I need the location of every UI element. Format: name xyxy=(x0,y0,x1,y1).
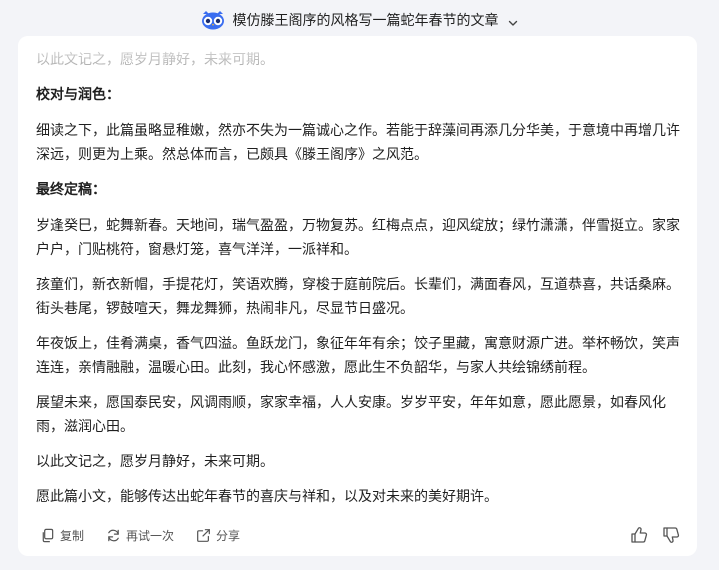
copy-label: 复制 xyxy=(60,528,85,543)
message-action-bar: 复制 再试一次 分享 xyxy=(40,524,680,546)
copy-button[interactable]: 复制 xyxy=(40,527,84,544)
article-paragraph: 年夜饭上，佳肴满桌，香气四溢。鱼跃龙门，象征年年有余；饺子里藏，寓意财源广进。举… xyxy=(36,336,680,376)
conversation-title: 模仿滕王阁序的风格写一篇蛇年春节的文章 xyxy=(232,13,499,29)
article-paragraph: 孩童们，新衣新帽，手提花灯，笑语欢腾，穿梭于庭前院后。长辈们，满面春风，互道恭喜… xyxy=(36,277,680,317)
article-paragraph: 岁逢癸巳，蛇舞新春。天地间，瑞气盈盈，万物复苏。红梅点点，迎风绽放；绿竹潇潇，伴… xyxy=(36,218,680,258)
thumbs-up-icon[interactable] xyxy=(630,526,648,544)
chevron-down-icon xyxy=(507,14,519,26)
retry-button[interactable]: 再试一次 xyxy=(106,527,174,544)
article-paragraph: 愿此篇小文，能够传达出蛇年春节的喜庆与祥和，以及对未来的美好期许。 xyxy=(36,489,498,505)
article-paragraph: 展望未来，愿国泰民安，风调雨顺，家家幸福，人人安康。岁岁平安，年年如意，愿此愿景… xyxy=(36,395,666,435)
conversation-header: 模仿滕王阁序的风格写一篇蛇年春节的文章 xyxy=(0,0,719,40)
message-content: 以此文记之，愿岁月静好，未来可期。 校对与润色： 细读之下，此篇虽略显稚嫩，然亦… xyxy=(36,48,680,520)
owl-logo-icon xyxy=(201,10,225,30)
final-heading: 最终定稿： xyxy=(36,182,106,198)
faded-paragraph: 以此文记之，愿岁月静好，未来可期。 xyxy=(36,52,274,68)
copy-icon xyxy=(42,528,54,542)
share-label: 分享 xyxy=(216,528,241,543)
share-button[interactable]: 分享 xyxy=(196,527,240,544)
refresh-icon xyxy=(108,529,119,541)
article-paragraph: 以此文记之，愿岁月静好，未来可期。 xyxy=(36,454,274,470)
proofread-heading: 校对与润色： xyxy=(36,87,120,103)
share-icon xyxy=(197,528,210,542)
retry-label: 再试一次 xyxy=(126,528,175,543)
proofread-paragraph: 细读之下，此篇虽略显稚嫩，然亦不失为一篇诚心之作。若能于辞藻间再添几分华美，于意… xyxy=(36,123,680,163)
conversation-title-dropdown[interactable]: 模仿滕王阁序的风格写一篇蛇年春节的文章 xyxy=(201,10,519,30)
thumbs-down-icon[interactable] xyxy=(662,526,680,544)
assistant-message-card: 以此文记之，愿岁月静好，未来可期。 校对与润色： 细读之下，此篇虽略显稚嫩，然亦… xyxy=(18,36,697,556)
